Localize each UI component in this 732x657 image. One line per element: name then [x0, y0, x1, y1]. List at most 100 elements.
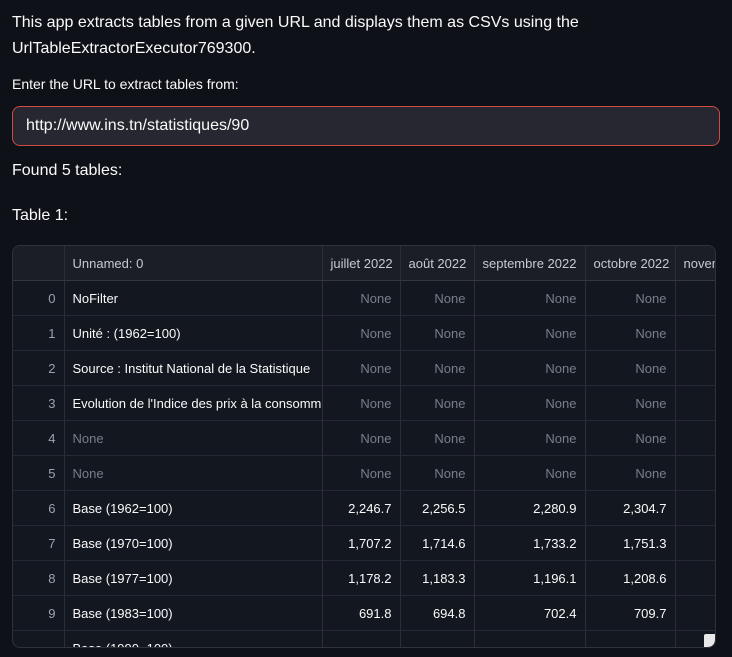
value-cell: 691.8 — [322, 596, 400, 631]
row-name-cell: Base (1983=100) — [64, 596, 322, 631]
value-cell — [675, 386, 716, 421]
row-index-cell — [13, 631, 64, 648]
column-header[interactable]: juillet 2022 — [322, 246, 400, 281]
value-cell: 694.8 — [400, 596, 474, 631]
url-input-label: Enter the URL to extract tables from: — [12, 76, 720, 94]
row-name-cell: Base (1970=100) — [64, 526, 322, 561]
row-index-cell: 5 — [13, 456, 64, 491]
row-index-cell: 9 — [13, 596, 64, 631]
value-cell: None — [322, 281, 400, 316]
column-header[interactable]: octobre 2022 — [585, 246, 675, 281]
value-cell: None — [322, 456, 400, 491]
dataframe[interactable]: Unnamed: 0juillet 2022août 2022septembre… — [12, 245, 716, 648]
found-tables-text: Found 5 tables: — [12, 158, 720, 184]
value-cell: 2,246.7 — [322, 491, 400, 526]
table-row: 3Evolution de l'Indice des prix à la con… — [13, 386, 716, 421]
value-cell: None — [322, 351, 400, 386]
value-cell: 2,280.9 — [474, 491, 585, 526]
url-input[interactable] — [12, 106, 720, 146]
row-name-cell: Base (1962=100) — [64, 491, 322, 526]
table-row: 4NoneNoneNoneNoneNone — [13, 421, 716, 456]
resize-grip-icon[interactable] — [704, 634, 715, 647]
value-cell — [675, 596, 716, 631]
value-cell: 1,714.6 — [400, 526, 474, 561]
value-cell: 1,733.2 — [474, 526, 585, 561]
dataframe-body: 0NoFilterNoneNoneNoneNone1Unité : (1962=… — [13, 281, 716, 648]
value-cell: 1,196.1 — [474, 561, 585, 596]
table-title: Table 1: — [12, 203, 720, 229]
value-cell: None — [585, 351, 675, 386]
row-index-cell: 4 — [13, 421, 64, 456]
value-cell: None — [585, 421, 675, 456]
app-description: This app extracts tables from a given UR… — [12, 10, 720, 61]
row-name-cell: Evolution de l'Indice des prix à la cons… — [64, 386, 322, 421]
value-cell: 709.7 — [585, 596, 675, 631]
value-cell: None — [400, 351, 474, 386]
value-cell — [675, 316, 716, 351]
value-cell — [675, 491, 716, 526]
column-header[interactable]: septembre 2022 — [474, 246, 585, 281]
row-name-cell: Unité : (1962=100) — [64, 316, 322, 351]
row-name-cell: Base (1990=100) — [64, 631, 322, 648]
table-row: Base (1990=100) — [13, 631, 716, 648]
value-cell — [675, 351, 716, 386]
value-cell: None — [400, 421, 474, 456]
row-index-cell: 2 — [13, 351, 64, 386]
table-row: 9Base (1983=100)691.8694.8702.4709.7 — [13, 596, 716, 631]
column-header[interactable] — [13, 246, 64, 281]
column-header[interactable]: août 2022 — [400, 246, 474, 281]
value-cell: None — [322, 386, 400, 421]
value-cell: None — [585, 456, 675, 491]
value-cell — [675, 281, 716, 316]
value-cell: None — [400, 281, 474, 316]
row-index-cell: 7 — [13, 526, 64, 561]
value-cell: None — [400, 456, 474, 491]
value-cell — [322, 631, 400, 648]
row-name-cell: None — [64, 456, 322, 491]
row-index-cell: 8 — [13, 561, 64, 596]
value-cell: None — [400, 316, 474, 351]
table-row: 2Source : Institut National de la Statis… — [13, 351, 716, 386]
table-row: 1Unité : (1962=100)NoneNoneNoneNone — [13, 316, 716, 351]
column-header[interactable]: Unnamed: 0 — [64, 246, 322, 281]
table-row: 0NoFilterNoneNoneNoneNone — [13, 281, 716, 316]
value-cell: 1,178.2 — [322, 561, 400, 596]
value-cell: 2,304.7 — [585, 491, 675, 526]
column-header[interactable]: novembre 2022 — [675, 246, 716, 281]
value-cell — [585, 631, 675, 648]
value-cell: None — [474, 456, 585, 491]
value-cell: None — [474, 386, 585, 421]
data-table: Unnamed: 0juillet 2022août 2022septembre… — [13, 246, 716, 648]
value-cell: 1,183.3 — [400, 561, 474, 596]
value-cell — [675, 456, 716, 491]
table-row: 7Base (1970=100)1,707.21,714.61,733.21,7… — [13, 526, 716, 561]
row-name-cell: Source : Institut National de la Statist… — [64, 351, 322, 386]
value-cell — [675, 526, 716, 561]
row-name-cell: Base (1977=100) — [64, 561, 322, 596]
value-cell: 1,208.6 — [585, 561, 675, 596]
value-cell: None — [585, 386, 675, 421]
row-index-cell: 6 — [13, 491, 64, 526]
row-index-cell: 3 — [13, 386, 64, 421]
dataframe-header-row: Unnamed: 0juillet 2022août 2022septembre… — [13, 246, 716, 281]
table-row: 5NoneNoneNoneNoneNone — [13, 456, 716, 491]
value-cell: 2,256.5 — [400, 491, 474, 526]
value-cell: None — [474, 316, 585, 351]
value-cell — [400, 631, 474, 648]
value-cell — [474, 631, 585, 648]
value-cell: 702.4 — [474, 596, 585, 631]
table-row: 8Base (1977=100)1,178.21,183.31,196.11,2… — [13, 561, 716, 596]
row-index-cell: 0 — [13, 281, 64, 316]
value-cell: None — [322, 421, 400, 456]
value-cell: None — [474, 281, 585, 316]
row-name-cell: NoFilter — [64, 281, 322, 316]
value-cell — [675, 421, 716, 456]
value-cell: None — [400, 386, 474, 421]
value-cell: None — [322, 316, 400, 351]
row-index-cell: 1 — [13, 316, 64, 351]
value-cell: None — [474, 351, 585, 386]
value-cell: 1,707.2 — [322, 526, 400, 561]
value-cell: 1,751.3 — [585, 526, 675, 561]
value-cell — [675, 561, 716, 596]
value-cell: None — [585, 281, 675, 316]
